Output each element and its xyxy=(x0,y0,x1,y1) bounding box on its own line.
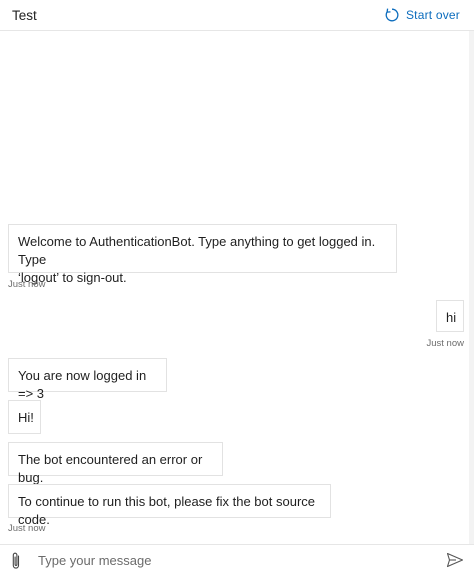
message-text: To continue to run this bot, please fix … xyxy=(18,494,316,527)
message-text: The bot encountered an error or bug. xyxy=(18,452,203,485)
message-timestamp: Just now xyxy=(426,338,465,349)
message-input[interactable] xyxy=(38,550,428,570)
scrollbar[interactable] xyxy=(469,31,474,544)
bot-message: The bot encountered an error or bug. xyxy=(8,442,223,485)
bot-message: To continue to run this bot, please fix … xyxy=(8,484,331,527)
message-text-line: Welcome to AuthenticationBot. Type anyth… xyxy=(18,234,376,267)
message-timestamp: Just now xyxy=(8,279,46,290)
bot-message: Hi! xyxy=(8,400,41,434)
message-timestamp: Just now xyxy=(8,523,46,534)
paperclip-icon[interactable] xyxy=(9,551,23,575)
chat-title: Test xyxy=(12,8,37,23)
webchat-window: Test Start over Welcome to Authenticatio… xyxy=(0,0,474,575)
send-icon[interactable] xyxy=(446,552,464,573)
composer xyxy=(0,544,474,575)
header: Test Start over xyxy=(0,0,474,31)
message-text: Hi! xyxy=(18,410,34,425)
message-text-line: ‘logout’ to sign-out. xyxy=(18,270,127,285)
start-over-button[interactable]: Start over xyxy=(384,5,460,25)
message-text: You are now logged in => 3 xyxy=(18,368,147,401)
message-text: hi xyxy=(446,310,457,325)
bot-message: You are now logged in => 3 xyxy=(8,358,167,401)
user-message: hi xyxy=(436,300,464,332)
bot-message: Welcome to AuthenticationBot. Type anyth… xyxy=(8,224,397,285)
start-over-label: Start over xyxy=(405,8,460,22)
refresh-icon xyxy=(384,7,400,23)
